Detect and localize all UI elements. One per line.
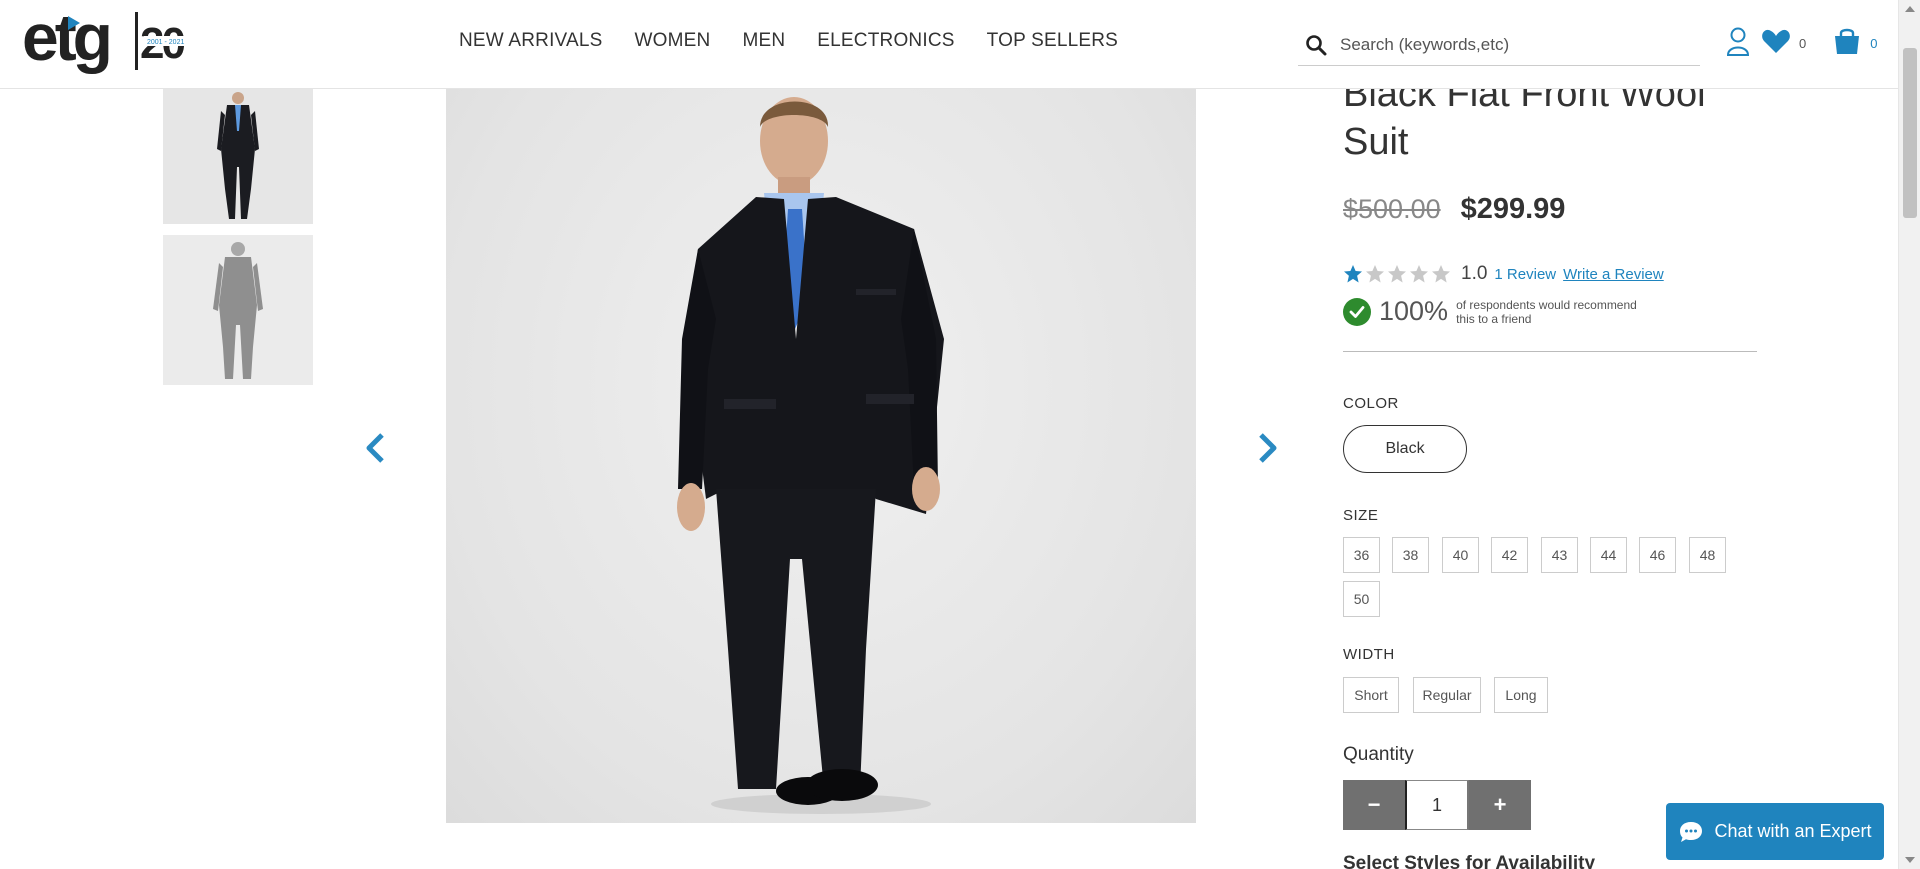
star-empty-icon (1410, 265, 1428, 283)
chat-label: Chat with an Expert (1714, 821, 1872, 841)
svg-text:etg: etg (22, 2, 109, 74)
quantity-label: Quantity (1343, 744, 1414, 765)
main-nav: NEW ARRIVALS WOMEN MEN ELECTRONICS TOP S… (459, 30, 1118, 52)
color-label: COLOR (1343, 395, 1399, 412)
wishlist-count: 0 (1799, 36, 1807, 51)
size-option[interactable]: 43 (1541, 537, 1578, 573)
quantity-minus-button[interactable]: − (1343, 780, 1405, 830)
cart-count: 0 (1870, 36, 1878, 51)
quantity-stepper: − + (1343, 780, 1531, 830)
scroll-down-arrow[interactable] (1905, 857, 1915, 863)
star-empty-icon (1366, 265, 1384, 283)
nav-women[interactable]: WOMEN (635, 30, 711, 52)
quantity-plus-button[interactable]: + (1469, 780, 1531, 830)
chat-with-expert-button[interactable]: Chat with an Expert (1666, 803, 1884, 860)
write-review-link[interactable]: Write a Review (1563, 266, 1664, 283)
check-circle-icon (1343, 297, 1371, 326)
price-row: $500.00 $299.99 (1343, 193, 1565, 226)
width-option-regular[interactable]: Regular (1413, 677, 1481, 713)
sale-price: $299.99 (1460, 193, 1566, 225)
etg-logo[interactable]: etg 20 2001 - 2021 (22, 2, 198, 82)
search-bar (1298, 24, 1700, 66)
size-option[interactable]: 44 (1590, 537, 1627, 573)
page-scrollbar[interactable] (1898, 0, 1920, 869)
size-option[interactable]: 48 (1689, 537, 1726, 573)
scroll-up-arrow[interactable] (1905, 6, 1915, 12)
nav-new-arrivals[interactable]: NEW ARRIVALS (459, 30, 603, 52)
star-filled-icon (1344, 265, 1362, 283)
product-main-image[interactable] (446, 89, 1196, 823)
scroll-thumb[interactable] (1903, 48, 1917, 218)
next-image-arrow[interactable] (1253, 430, 1283, 466)
rating-value: 1.0 (1461, 263, 1488, 284)
wishlist-heart-icon[interactable] (1761, 28, 1791, 59)
color-option-black[interactable]: Black (1343, 425, 1467, 473)
star-rating[interactable] (1343, 264, 1451, 284)
recommend-text: of respondents would recommend this to a… (1456, 297, 1637, 326)
header-icons: 0 0 (1725, 26, 1877, 61)
search-icon[interactable] (1298, 27, 1334, 63)
nav-electronics[interactable]: ELECTRONICS (817, 30, 954, 52)
size-option[interactable]: 42 (1491, 537, 1528, 573)
width-option-short[interactable]: Short (1343, 677, 1399, 713)
reviews-link[interactable]: 1 Review (1494, 266, 1556, 283)
star-empty-icon (1388, 265, 1406, 283)
divider (1343, 351, 1757, 352)
site-header: etg 20 2001 - 2021 NEW ARRIVALS WOMEN ME… (0, 0, 1898, 89)
size-option[interactable]: 50 (1343, 581, 1380, 617)
size-option[interactable]: 38 (1392, 537, 1429, 573)
size-label: SIZE (1343, 507, 1379, 524)
svg-text:2001 - 2021: 2001 - 2021 (147, 39, 184, 46)
size-option[interactable]: 36 (1343, 537, 1380, 573)
rating-row: 1.0 1 Review Write a Review (1343, 263, 1664, 285)
original-price: $500.00 (1343, 194, 1441, 224)
search-input[interactable] (1334, 34, 1700, 55)
availability-heading: Select Styles for Availability (1343, 853, 1596, 869)
thumbnail-back[interactable] (163, 235, 313, 385)
recommend-percent: 100% (1379, 296, 1449, 326)
star-empty-icon (1432, 265, 1450, 283)
width-label: WIDTH (1343, 646, 1395, 663)
nav-men[interactable]: MEN (742, 30, 785, 52)
thumbnail-front[interactable] (163, 89, 313, 224)
recommend-row: 100% of respondents would recommend this… (1343, 296, 1646, 327)
size-option[interactable]: 46 (1639, 537, 1676, 573)
prev-image-arrow[interactable] (360, 430, 390, 466)
cart-bag-icon[interactable] (1832, 26, 1862, 61)
quantity-input[interactable] (1405, 780, 1469, 830)
nav-top-sellers[interactable]: TOP SELLERS (987, 30, 1118, 52)
width-option-long[interactable]: Long (1494, 677, 1548, 713)
size-option[interactable]: 40 (1442, 537, 1479, 573)
account-icon[interactable] (1725, 26, 1751, 61)
chat-bubble-icon (1680, 821, 1703, 842)
